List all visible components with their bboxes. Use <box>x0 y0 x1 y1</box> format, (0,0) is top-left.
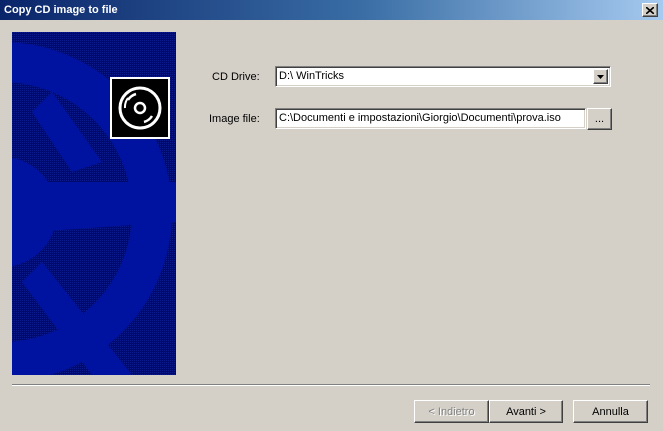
cd-drive-select[interactable]: D:\ WinTricks <box>275 66 611 87</box>
image-file-input[interactable]: C:\Documenti e impostazioni\Giorgio\Docu… <box>275 108 586 129</box>
cd-drive-dropdown-button[interactable] <box>593 69 608 84</box>
wizard-banner <box>12 32 176 375</box>
title-bar[interactable]: Copy CD image to file <box>0 0 663 20</box>
cd-logo <box>110 77 170 139</box>
cd-drive-label: CD Drive: <box>212 71 260 83</box>
back-button[interactable]: < Indietro <box>414 400 489 423</box>
back-button-label: < Indietro <box>428 405 475 418</box>
cd-disc-icon <box>118 86 162 130</box>
next-button[interactable]: Avanti > <box>489 400 563 423</box>
cancel-button[interactable]: Annulla <box>573 400 648 423</box>
close-icon <box>646 6 654 14</box>
browse-button-label: ... <box>594 113 605 125</box>
image-file-value: C:\Documenti e impostazioni\Giorgio\Docu… <box>279 112 561 124</box>
chevron-down-icon <box>597 74 604 79</box>
window-title: Copy CD image to file <box>4 4 118 16</box>
browse-button[interactable]: ... <box>587 108 612 130</box>
cd-drive-value: D:\ WinTricks <box>279 70 344 82</box>
image-file-label: Image file: <box>209 113 260 125</box>
cancel-button-label: Annulla <box>592 405 629 418</box>
next-button-label: Avanti > <box>506 405 546 418</box>
close-button[interactable] <box>642 3 658 17</box>
footer-separator <box>12 384 650 386</box>
